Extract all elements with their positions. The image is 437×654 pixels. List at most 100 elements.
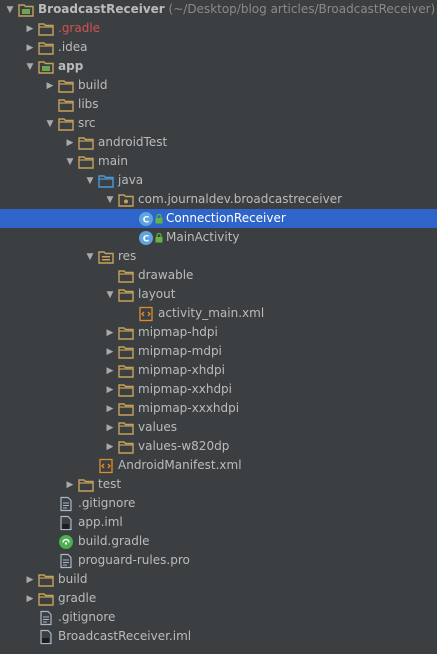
folder-icon [118, 382, 134, 398]
tree-item-label: MainActivity [166, 230, 240, 244]
tree-item[interactable]: build.gradle [0, 532, 437, 551]
chevron-right-icon[interactable]: ▶ [104, 399, 116, 418]
chevron-down-icon[interactable]: ▼ [24, 57, 36, 76]
tree-item[interactable]: ▶ mipmap-xxxhdpi [0, 399, 437, 418]
chevron-down-icon[interactable]: ▼ [84, 171, 96, 190]
tree-item[interactable]: drawable [0, 266, 437, 285]
tree-item[interactable]: libs [0, 95, 437, 114]
text-file-icon [58, 553, 74, 569]
scroll-cutoff [0, 646, 437, 654]
tree-item-label: values-w820dp [138, 439, 230, 453]
tree-item-label: values [138, 420, 178, 434]
tree-item[interactable]: app.iml [0, 513, 437, 532]
lock-icon [155, 213, 163, 224]
svg-text:C: C [143, 235, 150, 245]
chevron-right-icon[interactable]: ▶ [104, 342, 116, 361]
chevron-right-icon[interactable]: ▶ [24, 589, 36, 608]
source-folder-icon [98, 173, 114, 189]
tree-item-label: proguard-rules.pro [78, 553, 190, 567]
tree-item-label: test [98, 477, 122, 491]
tree-item[interactable]: ▶ androidTest [0, 133, 437, 152]
tree-item-label: ConnectionReceiver [166, 211, 286, 225]
tree-item[interactable]: ▶ values-w820dp [0, 437, 437, 456]
tree-item[interactable]: ▼ app [0, 57, 437, 76]
tree-item-label: AndroidManifest.xml [118, 458, 242, 472]
class-icon: C [138, 230, 154, 246]
chevron-right-icon[interactable]: ▶ [104, 437, 116, 456]
lock-icon [155, 232, 163, 243]
tree-item-label: app.iml [78, 515, 123, 529]
tree-item-label: mipmap-xxxhdpi [138, 401, 240, 415]
tree-item-label: build [58, 572, 88, 586]
svg-text:C: C [143, 216, 150, 226]
tree-item[interactable]: ▶ .gradle [0, 19, 437, 38]
tree-item-label: .gitignore [58, 610, 116, 624]
tree-item[interactable]: ▶ mipmap-mdpi [0, 342, 437, 361]
folder-icon [38, 572, 54, 588]
tree-item-label: layout [138, 287, 176, 301]
chevron-down-icon[interactable]: ▼ [64, 152, 76, 171]
chevron-right-icon[interactable]: ▶ [44, 76, 56, 95]
tree-item-label: BroadcastReceiver (~/Desktop/blog articl… [38, 2, 436, 16]
tree-root-item[interactable]: ▼ BroadcastReceiver (~/Desktop/blog artic… [0, 0, 437, 19]
tree-item[interactable]: BroadcastReceiver.iml [0, 627, 437, 646]
tree-item-label: BroadcastReceiver.iml [58, 629, 192, 643]
chevron-down-icon[interactable]: ▼ [84, 247, 96, 266]
tree-item[interactable]: ▶ mipmap-xhdpi [0, 361, 437, 380]
chevron-right-icon[interactable]: ▶ [64, 133, 76, 152]
tree-item[interactable]: ▶ mipmap-xxhdpi [0, 380, 437, 399]
tree-item[interactable]: ▼ src [0, 114, 437, 133]
folder-icon [118, 268, 134, 284]
chevron-right-icon[interactable]: ▶ [104, 323, 116, 342]
tree-item[interactable]: ▶ build [0, 76, 437, 95]
tree-item[interactable]: ▼ main [0, 152, 437, 171]
tree-item[interactable]: C MainActivity [0, 228, 437, 247]
folder-icon [78, 135, 94, 151]
tree-item[interactable]: ▶ .idea [0, 38, 437, 57]
chevron-right-icon[interactable]: ▶ [104, 380, 116, 399]
tree-item-label: gradle [58, 591, 97, 605]
tree-item[interactable]: ▶ build [0, 570, 437, 589]
chevron-down-icon[interactable]: ▼ [104, 190, 116, 209]
folder-icon [78, 477, 94, 493]
tree-item-label: .idea [58, 40, 88, 54]
tree-item[interactable]: AndroidManifest.xml [0, 456, 437, 475]
chevron-right-icon[interactable]: ▶ [24, 38, 36, 57]
folder-icon [58, 97, 74, 113]
folder-icon [58, 78, 74, 94]
tree-item[interactable]: .gitignore [0, 608, 437, 627]
tree-item-label: java [118, 173, 144, 187]
tree-item[interactable]: ▼ java [0, 171, 437, 190]
text-file-icon [38, 610, 54, 626]
tree-item[interactable]: ▶ mipmap-hdpi [0, 323, 437, 342]
tree-item-label: .gradle [58, 21, 101, 35]
tree-item[interactable]: proguard-rules.pro [0, 551, 437, 570]
tree-item-label: activity_main.xml [158, 306, 265, 320]
tree-item[interactable]: ▶ values [0, 418, 437, 437]
chevron-right-icon[interactable]: ▶ [104, 418, 116, 437]
chevron-right-icon[interactable]: ▶ [104, 361, 116, 380]
chevron-right-icon[interactable]: ▶ [64, 475, 76, 494]
folder-icon [58, 116, 74, 132]
tree-item[interactable]: ▶ gradle [0, 589, 437, 608]
text-file-icon [58, 496, 74, 512]
tree-item[interactable]: ▼ com.journaldev.broadcastreceiver [0, 190, 437, 209]
gradle-file-icon [58, 534, 74, 550]
tree-item[interactable]: C ConnectionReceiver [0, 209, 437, 228]
tree-item-label: libs [78, 97, 99, 111]
tree-item-label: drawable [138, 268, 194, 282]
chevron-right-icon[interactable]: ▶ [24, 19, 36, 38]
project-tree: ▼ BroadcastReceiver (~/Desktop/blog artic… [0, 0, 437, 654]
tree-item[interactable]: ▼ layout [0, 285, 437, 304]
chevron-down-icon[interactable]: ▼ [4, 0, 16, 19]
project-path: (~/Desktop/blog articles/BroadcastReceiv… [164, 2, 436, 16]
tree-item[interactable]: .gitignore [0, 494, 437, 513]
chevron-down-icon[interactable]: ▼ [44, 114, 56, 133]
tree-item-label: androidTest [98, 135, 168, 149]
chevron-down-icon[interactable]: ▼ [104, 285, 116, 304]
tree-item[interactable]: activity_main.xml [0, 304, 437, 323]
chevron-right-icon[interactable]: ▶ [24, 570, 36, 589]
tree-item[interactable]: ▼ res [0, 247, 437, 266]
tree-item[interactable]: ▶ test [0, 475, 437, 494]
tree-item-label: app [58, 59, 84, 73]
